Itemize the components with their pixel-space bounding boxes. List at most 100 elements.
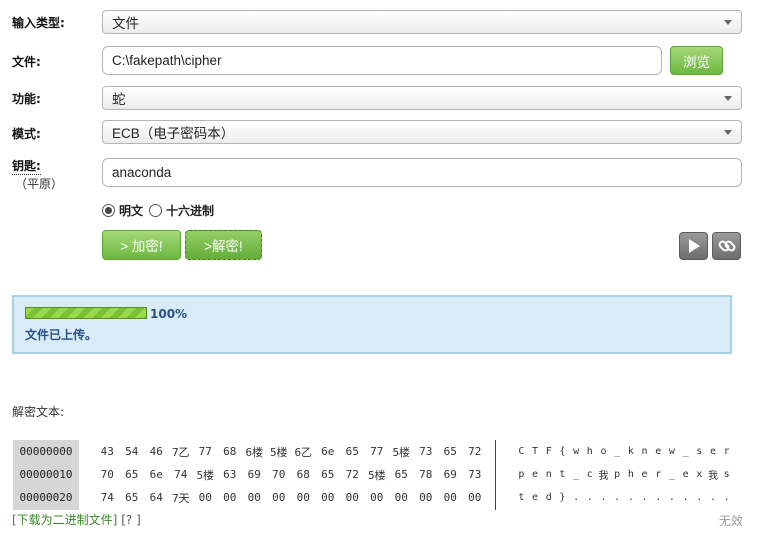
hex-byte: 63 [223,468,237,481]
input-type-value: 文件 [112,16,139,31]
hex-byte: 5楼 [367,468,386,482]
browse-button[interactable]: 浏览 [670,46,723,75]
key-sublabel: （平原） [15,177,64,191]
ascii-char: . [641,492,649,503]
hex-byte: 65 [443,445,457,458]
chevron-down-icon [724,96,732,101]
mode-label: 模式: [12,127,41,141]
hex-byte: 00 [223,491,237,504]
hex-byte: 68 [223,445,237,458]
mode-select[interactable]: ECB（电子密码本） [102,120,742,144]
input-type-select[interactable]: 文件 [102,10,742,34]
ascii-char: . [614,492,622,503]
ascii-char: F [545,446,553,457]
ascii-char: e [532,492,540,503]
hex-byte: 7乙 [171,445,190,459]
hex-byte: 70 [272,468,286,481]
ascii-char: s [696,446,704,457]
hex-byte: 00 [296,491,310,504]
hex-byte: 00 [198,491,212,504]
hex-bytes-row: 43 54 46 7乙 77 68 6楼 5楼 6乙 6e 65 77 5楼 73 65 72 [95,440,487,463]
hex-byte: 77 [198,445,212,458]
ascii-char: _ [573,469,581,480]
ascii-char: r [723,446,731,457]
hex-byte: 00 [345,491,359,504]
hex-byte: 00 [321,491,335,504]
decrypt-button[interactable]: >解密! [185,230,262,260]
hex-byte: 78 [419,468,433,481]
help-link[interactable]: [? ] [121,513,141,527]
hex-byte: 5楼 [196,468,215,482]
hex-byte: 65 [125,468,139,481]
ascii-char: w [573,446,581,457]
hex-byte: 69 [247,468,261,481]
progress-percent: 100% [150,307,188,321]
hex-byte: 00 [394,491,408,504]
key-format-radio-group: 明文 十六进制 [102,202,214,219]
key-label: 钥匙: [12,159,41,175]
ascii-char: p [518,469,526,480]
ascii-char: T [532,446,540,457]
ascii-char: t [518,492,526,503]
hex-byte: 6乙 [294,445,313,459]
key-input[interactable]: anaconda [102,158,742,187]
download-links: [下载为二进制文件] [? ] [12,511,141,528]
hex-byte: 00 [370,491,384,504]
ascii-char: k [627,446,635,457]
hex-byte: 5楼 [392,445,411,459]
function-label: 功能: [12,92,41,106]
invalid-label: 无效 [718,514,743,528]
hex-byte: 43 [100,445,114,458]
hex-radio-label: 十六进制 [166,204,215,218]
plaintext-radio[interactable] [102,204,115,217]
download-binary-link[interactable]: [下载为二进制文件] [12,513,117,527]
chevron-down-icon [724,130,732,135]
hex-byte: 00 [272,491,286,504]
ascii-char: o [600,446,608,457]
file-path-field[interactable]: C:\fakepath\cipher [102,46,662,75]
ascii-char: e [655,446,663,457]
address-cell: 00000010 [19,468,73,481]
ascii-char: _ [682,446,690,457]
hex-byte: 69 [443,468,457,481]
ascii-row: p e n t _ c 我 p h e r _ e x 我 s [515,463,734,486]
mode-value: ECB（电子密码本） [112,126,235,141]
ascii-char: n [641,446,649,457]
play-icon [688,239,700,253]
ascii-char: n [545,469,553,480]
ascii-char: . [586,492,594,503]
hex-byte: 70 [100,468,114,481]
ascii-char: . [573,492,581,503]
upload-status-panel: 100% 文件已上传。 [12,295,732,354]
hex-byte: 6楼 [245,445,264,459]
ascii-char: e [532,469,540,480]
hex-bytes-row: 70 65 6e 74 5楼 63 69 70 68 65 72 5楼 65 78 69 73 [95,463,487,486]
hex-byte: 54 [125,445,139,458]
ascii-char: e [682,469,690,480]
ascii-char: x [696,469,704,480]
hex-byte: 74 [174,468,188,481]
upload-status-message: 文件已上传。 [25,328,98,342]
hex-radio[interactable] [149,204,163,217]
encrypt-button[interactable]: > 加密! [102,230,181,260]
ascii-char: . [627,492,635,503]
hex-byte: 72 [468,445,482,458]
file-label: 文件: [12,55,41,69]
chevron-down-icon [724,20,732,25]
hex-byte: 00 [247,491,261,504]
ascii-char: . [600,492,608,503]
hex-byte: 00 [468,491,482,504]
link-button[interactable] [712,232,741,260]
input-type-label: 输入类型: [12,16,65,30]
ascii-row: C T F{w h o _ k n e w _ s e r [515,440,734,463]
address-cell: 00000020 [19,491,73,504]
hex-byte: 7天 [171,491,190,505]
ascii-char: _ [668,469,676,480]
hex-byte: 73 [419,445,433,458]
play-button[interactable] [679,232,708,260]
hex-byte: 00 [419,491,433,504]
ascii-row: t e d}............ [515,486,734,509]
ascii-char: d [545,492,553,503]
function-select[interactable]: 蛇 [102,86,742,110]
ascii-char: t [559,469,567,480]
